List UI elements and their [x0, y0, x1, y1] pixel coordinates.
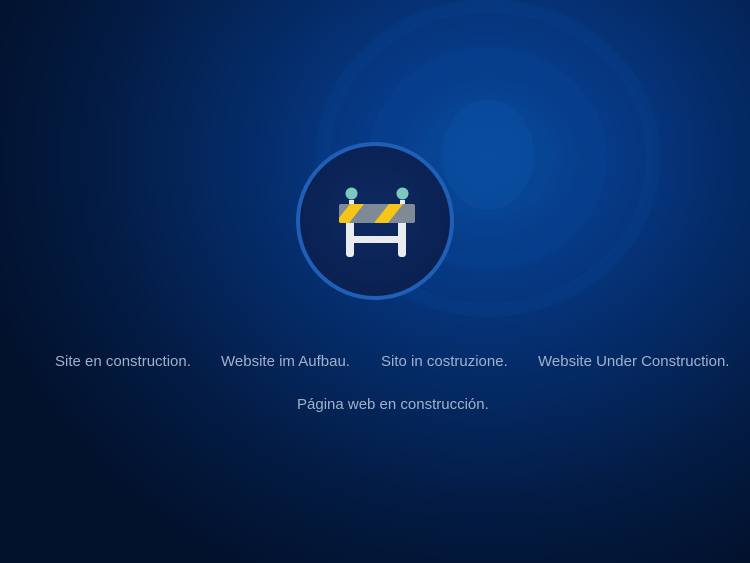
message-italian: Sito in costruzione.: [381, 353, 508, 370]
message-french: Site en construction.: [55, 353, 191, 370]
construction-barrier-icon: [339, 187, 415, 257]
message-english: Website Under Construction.: [538, 353, 730, 370]
message-german: Website im Aufbau.: [221, 353, 350, 370]
construction-badge: [296, 142, 454, 300]
message-spanish: Página web en construcción.: [297, 396, 489, 413]
